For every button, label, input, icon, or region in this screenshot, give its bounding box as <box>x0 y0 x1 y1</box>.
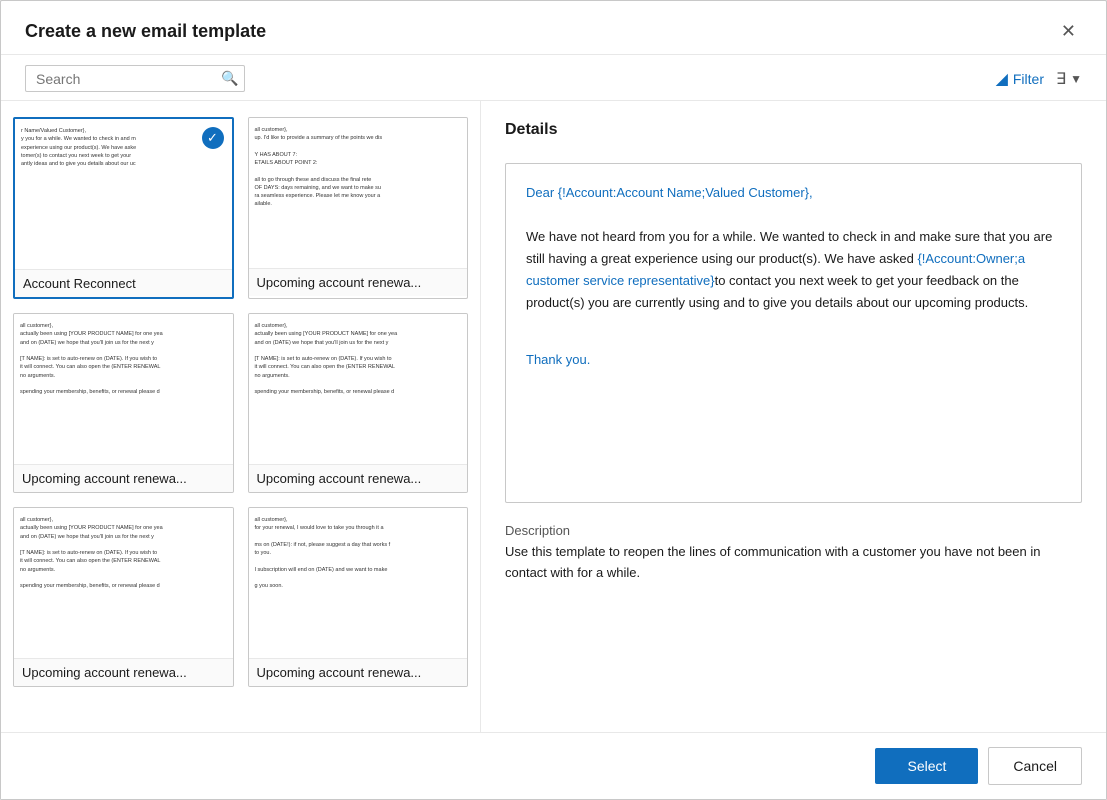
toolbar: 🔍 ◢ Filter ∃ ▼ <box>1 55 1106 101</box>
email-dear: Dear {!Account:Account Name;Valued Custo… <box>526 185 813 200</box>
template-card-upcoming-5[interactable]: all customer}, for your renewal, I would… <box>248 507 469 687</box>
filter-icon: ◢ <box>996 69 1008 89</box>
description-text: Use this template to reopen the lines of… <box>505 542 1082 584</box>
dialog-title: Create a new email template <box>25 21 266 42</box>
templates-panel: r Name/Valued Customer}, y you for a whi… <box>1 101 481 732</box>
template-preview: all customer}, actually been using [YOUR… <box>14 314 233 464</box>
template-card-upcoming-3[interactable]: all customer}, actually been using [YOUR… <box>248 313 469 493</box>
description-section: Description Use this template to reopen … <box>505 523 1082 584</box>
email-thankyou: Thank you. <box>526 349 1061 371</box>
email-preview-box: Dear {!Account:Account Name;Valued Custo… <box>505 163 1082 503</box>
preview-text: all customer}, actually been using [YOUR… <box>20 516 227 590</box>
dialog-header: Create a new email template ✕ <box>1 1 1106 55</box>
template-card-account-reconnect[interactable]: r Name/Valued Customer}, y you for a whi… <box>13 117 234 299</box>
template-preview: all customer}, up. I'd like to provide a… <box>249 118 468 268</box>
preview-text: all customer}, actually been using [YOUR… <box>255 322 462 396</box>
template-preview: all customer}, actually been using [YOUR… <box>14 508 233 658</box>
preview-text: all customer}, up. I'd like to provide a… <box>255 126 462 209</box>
toolbar-right: ◢ Filter ∃ ▼ <box>996 69 1082 89</box>
search-icon: 🔍 <box>221 70 238 87</box>
chevron-down-icon: ▼ <box>1070 72 1082 86</box>
dialog-footer: Select Cancel <box>1 732 1106 799</box>
select-button[interactable]: Select <box>875 748 978 784</box>
preview-text: r Name/Valued Customer}, y you for a whi… <box>21 127 226 168</box>
cancel-button[interactable]: Cancel <box>988 747 1082 785</box>
template-preview: all customer}, actually been using [YOUR… <box>249 314 468 464</box>
preview-text: all customer}, for your renewal, I would… <box>255 516 462 590</box>
template-card-upcoming-2[interactable]: all customer}, actually been using [YOUR… <box>13 313 234 493</box>
template-name: Upcoming account renewa... <box>249 268 468 296</box>
templates-grid: r Name/Valued Customer}, y you for a whi… <box>13 117 468 687</box>
template-card-upcoming-4[interactable]: all customer}, actually been using [YOUR… <box>13 507 234 687</box>
description-label: Description <box>505 523 1082 538</box>
template-card-upcoming-1[interactable]: all customer}, up. I'd like to provide a… <box>248 117 469 299</box>
details-title: Details <box>505 121 1082 139</box>
preview-text: all customer}, actually been using [YOUR… <box>20 322 227 396</box>
grid-view-icon: ∃ <box>1056 69 1066 89</box>
filter-label: Filter <box>1013 71 1044 87</box>
selected-check-icon: ✓ <box>202 127 224 149</box>
template-name: Upcoming account renewa... <box>14 464 233 492</box>
email-body-para1: We have not heard from you for a while. … <box>526 226 1061 314</box>
filter-button[interactable]: ◢ Filter <box>996 69 1044 89</box>
close-button[interactable]: ✕ <box>1055 19 1082 44</box>
dialog-body: r Name/Valued Customer}, y you for a whi… <box>1 101 1106 732</box>
template-name: Upcoming account renewa... <box>249 658 468 686</box>
template-name: Upcoming account renewa... <box>14 658 233 686</box>
view-toggle-button[interactable]: ∃ ▼ <box>1056 69 1082 89</box>
details-panel: Details Dear {!Account:Account Name;Valu… <box>481 101 1106 732</box>
template-name: Upcoming account renewa... <box>249 464 468 492</box>
search-input[interactable] <box>36 71 217 87</box>
create-template-dialog: Create a new email template ✕ 🔍 ◢ Filter… <box>0 0 1107 800</box>
template-name: Account Reconnect <box>15 269 232 297</box>
search-box[interactable]: 🔍 <box>25 65 245 92</box>
template-preview: all customer}, for your renewal, I would… <box>249 508 468 658</box>
template-preview: r Name/Valued Customer}, y you for a whi… <box>15 119 232 269</box>
